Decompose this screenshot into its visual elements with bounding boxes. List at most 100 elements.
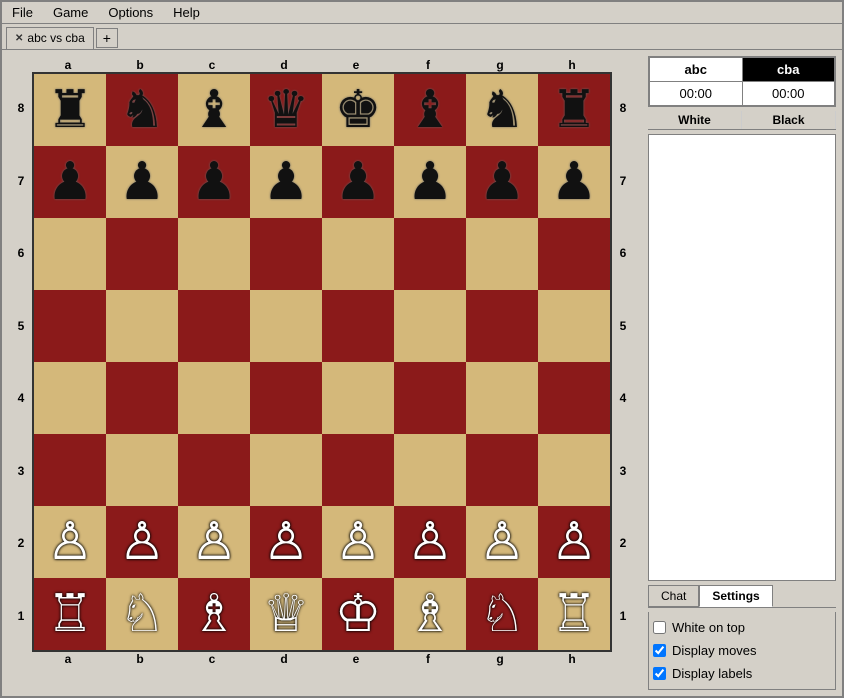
- cell-d2[interactable]: ♙: [250, 506, 322, 578]
- cell-b8[interactable]: ♞: [106, 74, 178, 146]
- cell-d1[interactable]: ♕: [250, 578, 322, 650]
- cell-f3[interactable]: [394, 434, 466, 506]
- white-moves-header: White: [648, 111, 742, 129]
- row-label-5: 5: [18, 290, 25, 362]
- add-tab-button[interactable]: +: [96, 28, 118, 48]
- cell-c5[interactable]: [178, 290, 250, 362]
- tab-chat-button[interactable]: Chat: [648, 585, 699, 607]
- tab-abc-cba[interactable]: ✕ abc vs cba: [6, 27, 94, 49]
- cell-e6[interactable]: [322, 218, 394, 290]
- cell-f2[interactable]: ♙: [394, 506, 466, 578]
- menu-options[interactable]: Options: [102, 3, 159, 22]
- cell-f1[interactable]: ♗: [394, 578, 466, 650]
- cell-d8[interactable]: ♛: [250, 74, 322, 146]
- cell-c3[interactable]: [178, 434, 250, 506]
- players-info-table: abc cba 00:00 00:00: [649, 57, 835, 106]
- cell-g3[interactable]: [466, 434, 538, 506]
- board-wrapper: a b c d e f g h 8 7 6 5 4: [10, 58, 634, 666]
- cell-a6[interactable]: [34, 218, 106, 290]
- cell-a8[interactable]: ♜: [34, 74, 106, 146]
- cell-c2[interactable]: ♙: [178, 506, 250, 578]
- col-label-bot-e: e: [320, 652, 392, 666]
- tab-close-icon[interactable]: ✕: [15, 33, 23, 44]
- cell-c4[interactable]: [178, 362, 250, 434]
- cell-h1[interactable]: ♖: [538, 578, 610, 650]
- cell-c7[interactable]: ♟: [178, 146, 250, 218]
- cell-f7[interactable]: ♟: [394, 146, 466, 218]
- row-labels-right: 8 7 6 5 4 3 2 1: [612, 72, 634, 652]
- cell-g1[interactable]: ♘: [466, 578, 538, 650]
- cell-d6[interactable]: [250, 218, 322, 290]
- col-label-f: f: [392, 58, 464, 72]
- cell-b7[interactable]: ♟: [106, 146, 178, 218]
- menu-game[interactable]: Game: [47, 3, 94, 22]
- cell-h7[interactable]: ♟: [538, 146, 610, 218]
- moves-header: White Black: [648, 111, 836, 130]
- cell-b3[interactable]: [106, 434, 178, 506]
- menu-help[interactable]: Help: [167, 3, 206, 22]
- cell-h8[interactable]: ♜: [538, 74, 610, 146]
- row-label-3: 3: [18, 435, 25, 507]
- cell-d5[interactable]: [250, 290, 322, 362]
- cell-a3[interactable]: [34, 434, 106, 506]
- cell-a4[interactable]: [34, 362, 106, 434]
- cell-f8[interactable]: ♝: [394, 74, 466, 146]
- cell-g2[interactable]: ♙: [466, 506, 538, 578]
- col-label-bot-d: d: [248, 652, 320, 666]
- cell-e1[interactable]: ♔: [322, 578, 394, 650]
- display-moves-checkbox[interactable]: [653, 644, 666, 657]
- row-label-right-3: 3: [620, 435, 627, 507]
- white-k-piece: ♔: [335, 588, 382, 640]
- cell-e2[interactable]: ♙: [322, 506, 394, 578]
- cell-g4[interactable]: [466, 362, 538, 434]
- cell-b5[interactable]: [106, 290, 178, 362]
- cell-f4[interactable]: [394, 362, 466, 434]
- cell-a1[interactable]: ♖: [34, 578, 106, 650]
- cell-e8[interactable]: ♚: [322, 74, 394, 146]
- cell-g5[interactable]: [466, 290, 538, 362]
- cell-b4[interactable]: [106, 362, 178, 434]
- cell-g8[interactable]: ♞: [466, 74, 538, 146]
- white-b-piece: ♗: [191, 588, 238, 640]
- cell-e5[interactable]: [322, 290, 394, 362]
- cell-a2[interactable]: ♙: [34, 506, 106, 578]
- cell-f6[interactable]: [394, 218, 466, 290]
- row-label-right-7: 7: [620, 145, 627, 217]
- col-label-bot-c: c: [176, 652, 248, 666]
- cell-f5[interactable]: [394, 290, 466, 362]
- cell-b1[interactable]: ♘: [106, 578, 178, 650]
- cell-e4[interactable]: [322, 362, 394, 434]
- cell-c6[interactable]: [178, 218, 250, 290]
- cell-d7[interactable]: ♟: [250, 146, 322, 218]
- cell-h6[interactable]: [538, 218, 610, 290]
- row-label-right-1: 1: [620, 580, 627, 652]
- cell-h4[interactable]: [538, 362, 610, 434]
- cell-a5[interactable]: [34, 290, 106, 362]
- cell-a7[interactable]: ♟: [34, 146, 106, 218]
- tab-settings-button[interactable]: Settings: [699, 585, 772, 607]
- black-p-piece: ♟: [191, 156, 238, 208]
- cell-e3[interactable]: [322, 434, 394, 506]
- cell-d3[interactable]: [250, 434, 322, 506]
- cell-b2[interactable]: ♙: [106, 506, 178, 578]
- menu-file[interactable]: File: [6, 3, 39, 22]
- row-label-right-6: 6: [620, 217, 627, 289]
- white-p-piece: ♙: [263, 516, 310, 568]
- display-labels-checkbox[interactable]: [653, 667, 666, 680]
- display-moves-item: Display moves: [653, 643, 831, 658]
- cell-c8[interactable]: ♝: [178, 74, 250, 146]
- cell-h2[interactable]: ♙: [538, 506, 610, 578]
- cell-b6[interactable]: [106, 218, 178, 290]
- row-label-right-4: 4: [620, 362, 627, 434]
- cell-e7[interactable]: ♟: [322, 146, 394, 218]
- players-table: abc cba 00:00 00:00: [648, 56, 836, 107]
- cell-g7[interactable]: ♟: [466, 146, 538, 218]
- black-p-piece: ♟: [407, 156, 454, 208]
- cell-g6[interactable]: [466, 218, 538, 290]
- cell-h3[interactable]: [538, 434, 610, 506]
- cell-h5[interactable]: [538, 290, 610, 362]
- cell-c1[interactable]: ♗: [178, 578, 250, 650]
- cell-d4[interactable]: [250, 362, 322, 434]
- col-label-d: d: [248, 58, 320, 72]
- white-on-top-checkbox[interactable]: [653, 621, 666, 634]
